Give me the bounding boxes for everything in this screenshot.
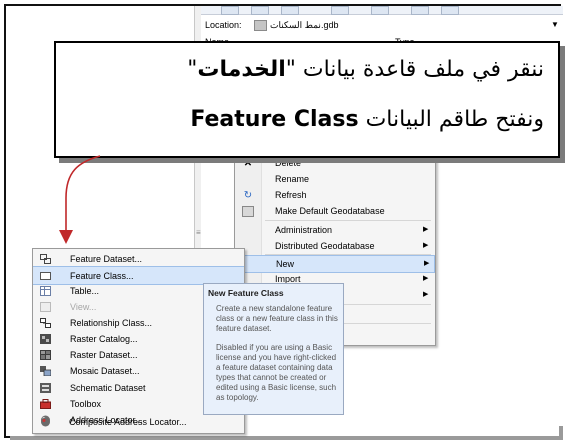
- arrow-line: [65, 155, 101, 232]
- callout-arrow: [59, 155, 101, 244]
- arrow-head-icon: [59, 230, 73, 244]
